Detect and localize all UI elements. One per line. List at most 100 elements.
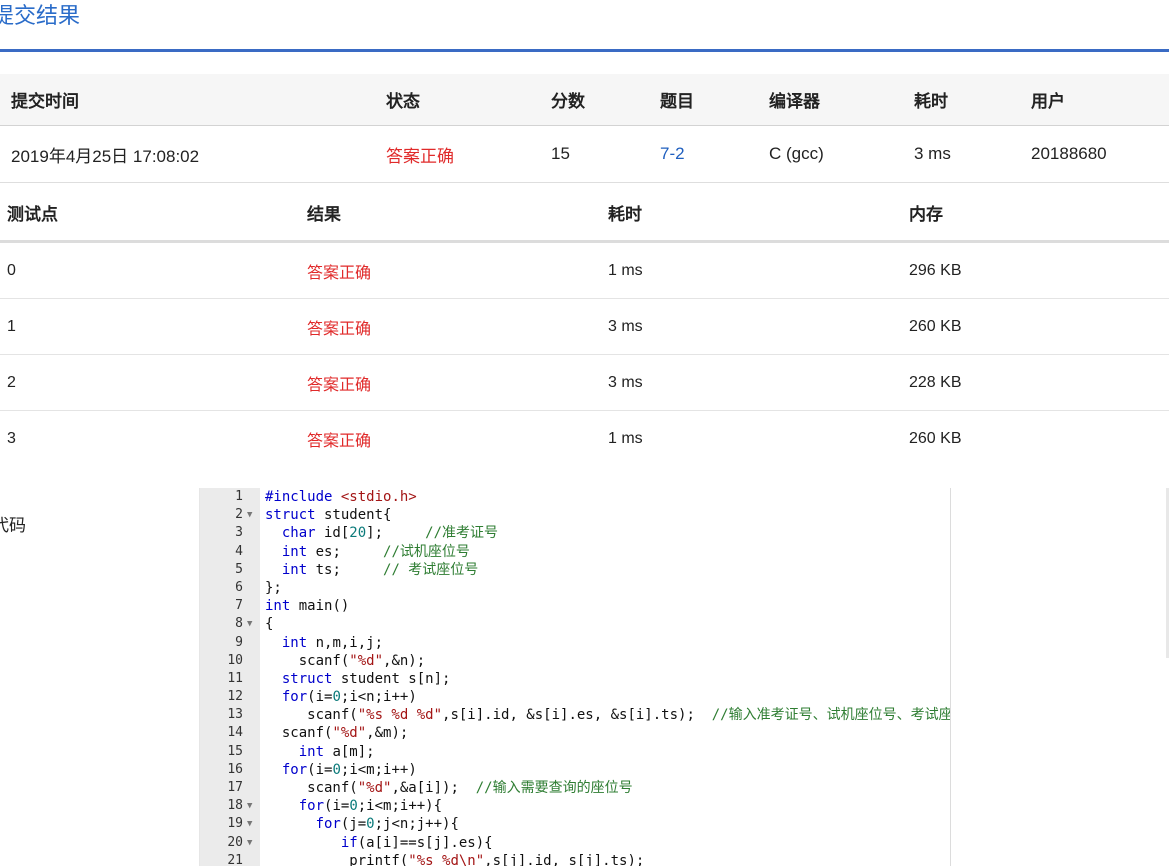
header-score: 分数 (551, 92, 585, 111)
code-line: 19 ▼ for(j=0;j<n;j++){ (200, 815, 950, 833)
code-line: 7 int main() (200, 597, 950, 615)
code-line: 8 ▼ { (200, 615, 950, 633)
code-text: for(i=0;i<m;i++) (281, 761, 417, 778)
line-number: 6 (235, 579, 243, 595)
case-time: 1 ms (608, 430, 643, 447)
line-number: 2 (235, 507, 243, 523)
line-number: 1 (235, 489, 243, 504)
code-text: scanf("%d",&a[i]); //输入需要查询的座位号 (265, 780, 633, 796)
code-text: int ts; // 考试座位号 (281, 561, 479, 578)
header-memory: 内存 (909, 204, 943, 224)
cases-header-row: 测试点 结果 耗时 内存 (0, 184, 1169, 243)
code-line: 3 char id[20]; //准考证号 (200, 524, 950, 542)
code-line: 21 printf("%s %d\n",s[j].id, s[j].ts); (200, 852, 950, 866)
code-line: 2 ▼ struct student{ (200, 506, 950, 524)
case-memory: 296 KB (909, 261, 962, 279)
code-text: int a[m]; (298, 743, 375, 760)
code-lines: 1 #include <stdio.h> 2 ▼ struct student{3 ch… (200, 488, 950, 866)
header-test-case: 测试点 (7, 204, 58, 224)
line-number: 14 (227, 725, 243, 741)
line-number: 4 (235, 543, 243, 559)
header-problem: 题目 (660, 92, 694, 111)
line-number: 7 (235, 598, 243, 614)
status-value: 答案正确 (386, 146, 454, 166)
code-text: int n,m,i,j; (281, 634, 384, 651)
line-number: 20 (227, 834, 243, 850)
code-text: for(j=0;j<n;j++){ (315, 816, 459, 833)
code-line: 20 ▼ if(a[i]==s[j].es){ (200, 834, 950, 852)
page-title: 提交结果 (0, 3, 81, 28)
code-text: #include <stdio.h> (265, 489, 417, 505)
code-text: if(a[i]==s[j].es){ (340, 834, 493, 851)
case-result: 答案正确 (307, 376, 372, 394)
fold-toggle-icon[interactable]: ▼ (247, 815, 252, 833)
case-result: 答案正确 (307, 264, 372, 282)
problem-link[interactable]: 7-2 (660, 126, 685, 182)
code-text: struct student s[n]; (281, 670, 451, 687)
table-row: 1 答案正确 3 ms 260 KB (0, 299, 1169, 355)
table-row: 3 答案正确 1 ms 260 KB (0, 411, 1169, 467)
table-row: 2 答案正确 3 ms 228 KB (0, 355, 1169, 411)
code-line: 17 scanf("%d",&a[i]); //输入需要查询的座位号 (200, 779, 950, 797)
case-id: 1 (7, 317, 16, 335)
code-line: 11 struct student s[n]; (200, 670, 950, 688)
line-number: 17 (227, 780, 243, 795)
code-line: 4 int es; //试机座位号 (200, 543, 950, 561)
code-line: 5 int ts; // 考试座位号 (200, 561, 950, 579)
code-line: 9 int n,m,i,j; (200, 634, 950, 652)
code-line: 13 scanf("%s %d %d",s[i].id, &s[i].es, &… (200, 706, 950, 724)
submission-summary-table: 提交时间 状态 分数 题目 编译器 耗时 用户 2019年4月25日 17:08… (0, 74, 1169, 183)
line-number: 15 (227, 743, 243, 759)
header-submit-time: 提交时间 (11, 92, 79, 111)
header-compiler: 编译器 (769, 92, 820, 111)
case-memory: 260 KB (909, 430, 962, 447)
code-text: scanf("%s %d %d",s[i].id, &s[i].es, &s[i… (265, 707, 950, 724)
summary-data-row: 2019年4月25日 17:08:02 答案正确 15 7-2 C (gcc) … (0, 126, 1169, 183)
case-id: 2 (7, 373, 16, 391)
code-text: struct student{ (265, 507, 392, 524)
code-text: { (265, 616, 274, 633)
case-memory: 228 KB (909, 373, 962, 391)
submit-time-value: 2019年4月25日 17:08:02 (11, 146, 200, 166)
elapsed-value: 3 ms (914, 144, 951, 163)
fold-toggle-icon[interactable]: ▼ (247, 797, 252, 815)
header-status: 状态 (386, 92, 420, 111)
line-number: 21 (227, 852, 243, 866)
header-user: 用户 (1031, 92, 1065, 111)
code-text: }; (265, 579, 282, 596)
fold-toggle-icon[interactable]: ▼ (247, 834, 252, 852)
code-text: scanf("%d",&m); (265, 725, 409, 742)
line-number: 3 (235, 525, 243, 541)
fold-toggle-icon[interactable]: ▼ (247, 506, 252, 524)
case-result: 答案正确 (307, 433, 372, 450)
line-number: 12 (227, 689, 243, 705)
code-text: int main() (265, 598, 350, 615)
header-elapsed: 耗时 (914, 92, 948, 111)
line-number: 9 (235, 634, 243, 650)
case-time: 3 ms (608, 373, 643, 391)
code-line: 16 for(i=0;i<m;i++) (200, 761, 950, 779)
code-line: 1 #include <stdio.h> (200, 488, 950, 506)
case-id: 0 (7, 261, 16, 279)
code-text: scanf("%d",&n); (265, 652, 426, 669)
code-line: 15 int a[m]; (200, 743, 950, 761)
code-text: for(i=0;i<n;i++) (281, 689, 417, 706)
line-number: 8 (235, 616, 243, 632)
line-number: 5 (235, 561, 243, 577)
code-line: 10 scanf("%d",&n); (200, 652, 950, 670)
case-result: 答案正确 (307, 320, 372, 338)
code-label: 代码 (0, 516, 26, 535)
line-number: 16 (227, 761, 243, 777)
line-number: 10 (227, 652, 243, 668)
code-text: printf("%s %d\n",s[j].id, s[j].ts); (265, 852, 645, 866)
code-editor[interactable]: 1 #include <stdio.h> 2 ▼ struct student{3 ch… (199, 488, 951, 866)
case-time: 1 ms (608, 261, 643, 279)
code-line: 18 ▼ for(i=0;i<m;i++){ (200, 797, 950, 815)
code-text: for(i=0;i<m;i++){ (298, 798, 443, 815)
code-text: int es; //试机座位号 (281, 543, 470, 560)
code-line: 14 scanf("%d",&m); (200, 724, 950, 742)
summary-header-row: 提交时间 状态 分数 题目 编译器 耗时 用户 (0, 74, 1169, 126)
fold-toggle-icon[interactable]: ▼ (247, 615, 252, 633)
header-result: 结果 (307, 204, 341, 224)
case-time: 3 ms (608, 317, 643, 335)
